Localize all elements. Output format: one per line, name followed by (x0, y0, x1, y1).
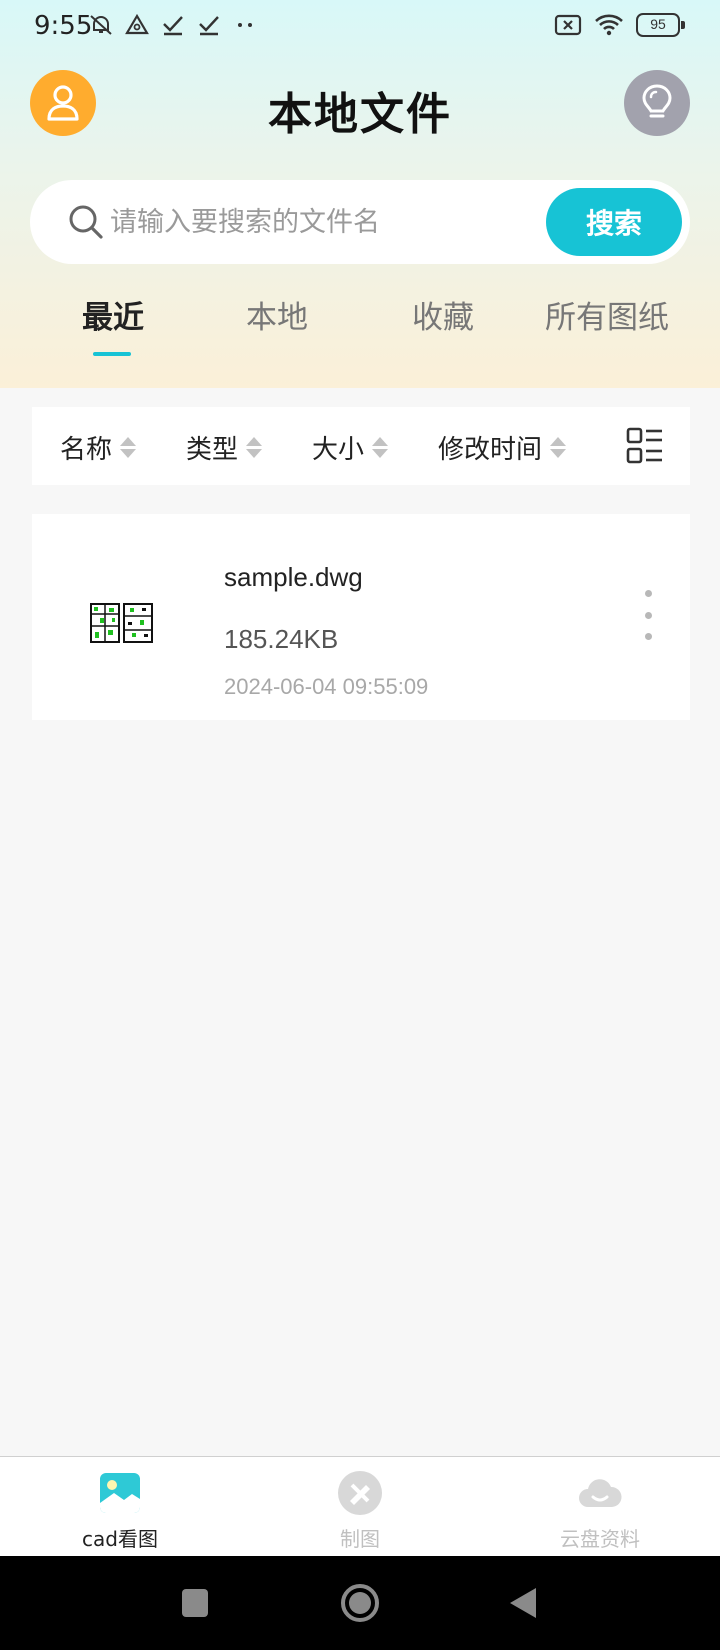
tab-recent[interactable]: 最近 (80, 292, 146, 337)
list-view-icon[interactable] (626, 427, 664, 465)
nav-cad-viewer[interactable]: cad看图 (20, 1469, 220, 1552)
dots-icon (238, 23, 252, 27)
battery-icon: 95 (636, 13, 685, 37)
wifi-icon (595, 14, 623, 36)
tips-button[interactable] (624, 70, 690, 136)
sort-by-type[interactable]: 类型 (186, 429, 263, 466)
nav-label: 制图 (340, 1527, 380, 1551)
bottom-navigation: cad看图 制图 云盘资料 (0, 1456, 720, 1556)
sort-arrows-icon (120, 437, 137, 458)
image-icon (100, 1473, 140, 1513)
dwg-thumbnail-icon (90, 603, 153, 643)
check-icon (199, 16, 219, 36)
search-box: 搜索 (30, 180, 690, 264)
file-modified-date: 2024-06-04 09:55:09 (224, 674, 429, 699)
recent-apps-icon[interactable] (180, 1586, 210, 1620)
file-list-item[interactable]: sample.dwg 185.24KB 2024-06-04 09:55:09 (32, 514, 690, 720)
sort-arrows-icon (372, 437, 389, 458)
back-icon[interactable] (508, 1586, 538, 1620)
sort-by-modified-time[interactable]: 修改时间 (438, 429, 567, 466)
tab-all-drawings[interactable]: 所有图纸 (542, 292, 672, 337)
sort-label: 名称 (60, 435, 113, 465)
tab-favorites[interactable]: 收藏 (410, 292, 476, 337)
sort-label: 大小 (312, 435, 365, 465)
search-button[interactable]: 搜索 (546, 188, 682, 256)
sort-by-name[interactable]: 名称 (60, 429, 137, 466)
search-icon (69, 205, 103, 239)
more-options-icon[interactable] (638, 590, 658, 640)
check-icon (163, 16, 183, 36)
file-size: 185.24KB (224, 624, 339, 654)
sort-label: 修改时间 (438, 435, 543, 465)
file-name: sample.dwg (224, 562, 363, 592)
status-icons-right: 95 (554, 12, 685, 38)
page-title: 本地文件 (268, 89, 452, 140)
status-bar: 9:55 95 (0, 0, 720, 54)
sort-arrows-icon (246, 437, 263, 458)
drafting-icon (338, 1471, 382, 1515)
home-icon[interactable] (340, 1583, 380, 1623)
sort-arrows-icon (550, 437, 567, 458)
triangle-icon (125, 13, 149, 35)
file-tabs: 最近 本地 收藏 所有图纸 (0, 288, 720, 368)
tab-local[interactable]: 本地 (244, 292, 310, 337)
sort-label: 类型 (186, 435, 239, 465)
nav-drafting[interactable]: 制图 (260, 1469, 460, 1552)
cloud-icon (579, 1479, 622, 1507)
lightbulb-icon (642, 84, 672, 118)
nav-label: 云盘资料 (560, 1527, 640, 1551)
search-input[interactable] (110, 200, 540, 244)
mute-bell-icon (90, 15, 112, 35)
sort-bar: 名称 类型 大小 修改时间 (32, 407, 690, 485)
active-tab-indicator (93, 352, 131, 356)
status-time: 9:55 (34, 11, 93, 41)
no-sim-icon (554, 14, 582, 36)
system-navigation-bar (0, 1556, 720, 1650)
status-icons-left (88, 12, 258, 38)
nav-label: cad看图 (82, 1527, 158, 1551)
nav-cloud-resources[interactable]: 云盘资料 (500, 1469, 700, 1552)
sort-by-size[interactable]: 大小 (312, 429, 389, 466)
